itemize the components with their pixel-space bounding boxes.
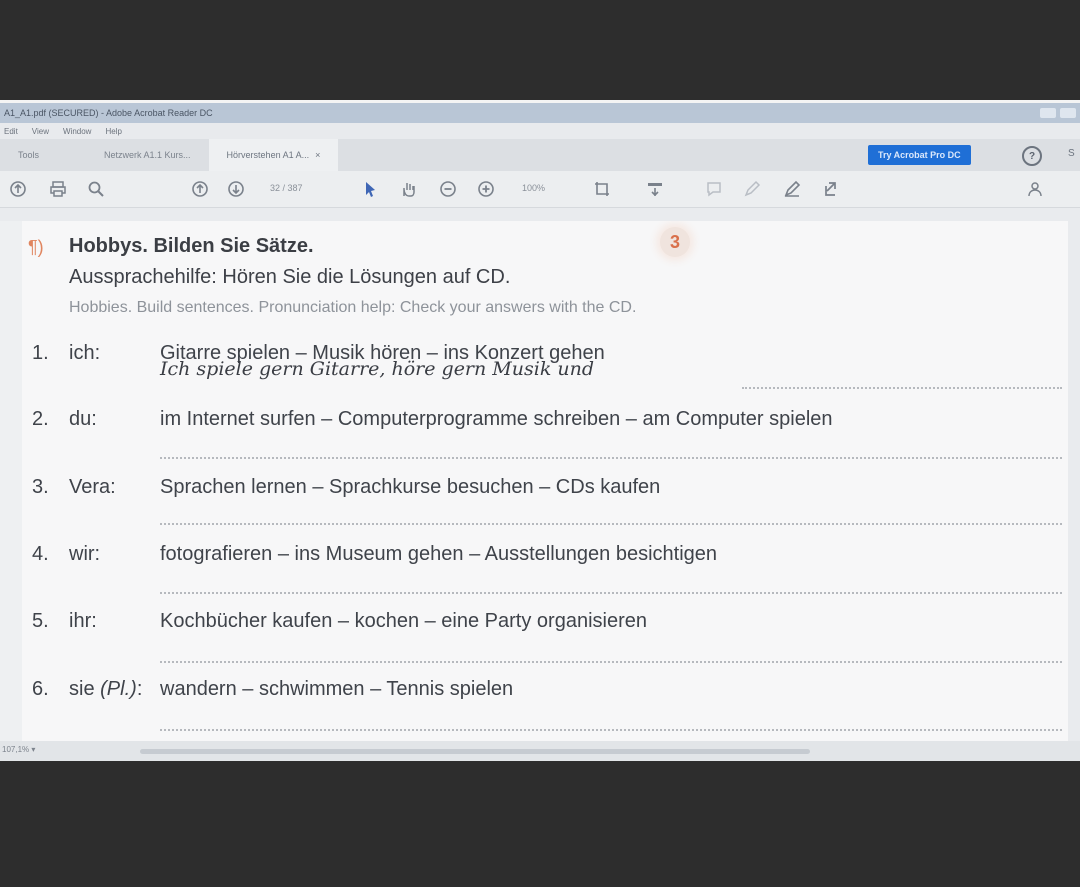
upload-icon[interactable] [8,179,28,199]
exercise-item: 5. ihr: Kochbücher kaufen – kochen – ein… [22,610,1068,640]
item-task: wandern – schwimmen – Tennis spielen [160,678,514,700]
answer-line [160,523,1062,525]
acrobat-window: A1_A1.pdf (SECURED) - Adobe Acrobat Read… [0,100,1080,761]
answer-line [160,457,1062,459]
maximize-button[interactable] [1060,108,1076,118]
help-icon[interactable]: ? [1022,146,1042,166]
zoom-out-icon[interactable] [438,179,458,199]
hand-tool-icon[interactable] [398,179,418,199]
select-cursor-icon[interactable] [360,179,380,199]
crop-icon[interactable] [592,179,612,199]
page-indicator[interactable]: 32 / 387 [270,183,303,193]
fit-page-icon[interactable] [645,179,665,199]
tab-tools-label: Tools [18,150,40,160]
tab-close-icon[interactable]: × [315,150,320,160]
search-icon[interactable] [86,179,106,199]
title-bar: A1_A1.pdf (SECURED) - Adobe Acrobat Read… [0,103,1080,123]
menu-window[interactable]: Window [63,127,91,136]
left-gutter [0,221,22,741]
try-acrobat-pro-button[interactable]: Try Acrobat Pro DC [868,145,971,165]
exercise-item: 4. wir: fotografieren – ins Museum gehen… [22,543,1068,573]
item-number: 5. [32,610,49,632]
menu-view[interactable]: View [32,127,49,136]
tab-bar: Tools Netzwerk A1.1 Kurs... Hörverstehen… [0,139,1080,171]
tab-document-2-label: Hörverstehen A1 A... [226,150,310,160]
item-number: 4. [32,543,49,565]
item-subject: Vera: [69,476,116,498]
answer-line [160,592,1062,594]
zoom-level-select[interactable]: 100% [522,183,545,193]
item-number: 6. [32,678,49,700]
item-subject: du: [69,408,97,430]
item-task: im Internet surfen – Computerprogramme s… [160,408,833,430]
share-icon[interactable] [822,179,842,199]
pdf-page: ¶) Hobbys. Bilden Sie Sätze. Ausspracheh… [22,221,1068,741]
subject-pronoun: sie [69,678,95,700]
user-icon[interactable] [1026,179,1046,199]
tab-document-2[interactable]: Hörverstehen A1 A... × [208,139,339,171]
exercise-item: 2. du: im Internet surfen – Computerprog… [22,408,1068,438]
menu-bar: Edit View Window Help [0,123,1080,139]
minimize-button[interactable] [1040,108,1056,118]
sign-in-link[interactable]: S [1068,148,1075,159]
audio-track-icon: ¶) [28,237,44,257]
status-zoom[interactable]: 107,1% ▾ [2,745,35,754]
item-subject: sie (Pl.): [69,678,142,701]
item-subject: wir: [69,543,101,565]
previous-page-icon[interactable] [190,179,210,199]
zoom-in-icon[interactable] [476,179,496,199]
exercise-instruction: Aussprachehilfe: Hören Sie die Lösungen … [69,266,511,288]
item-subject: ihr: [69,610,97,632]
exercise-item: 6. sie (Pl.): wandern – schwimmen – Tenn… [22,678,1068,708]
vertical-scrollbar[interactable] [1068,221,1080,741]
subject-colon: : [136,678,143,700]
item-task: Sprachen lernen – Sprachkurse besuchen –… [160,476,661,498]
print-icon[interactable] [48,179,68,199]
tab-tools[interactable]: Tools [0,139,86,171]
item-number: 3. [32,476,49,498]
menu-edit[interactable]: Edit [4,127,18,136]
answer-line [742,387,1062,389]
item-task: fotografieren – ins Museum gehen – Ausst… [160,543,718,565]
tab-document-1-label: Netzwerk A1.1 Kurs... [104,150,191,160]
next-page-icon[interactable] [226,179,246,199]
toolbar: 32 / 387 100% [0,171,1080,208]
answer-line [160,661,1062,663]
highlight-pen-icon[interactable] [742,179,762,199]
item-number: 1. [32,342,49,364]
window-title: A1_A1.pdf (SECURED) - Adobe Acrobat Read… [4,108,213,118]
document-viewport[interactable]: ¶) Hobbys. Bilden Sie Sätze. Ausspracheh… [0,221,1080,741]
exercise-translation: Hobbies. Build sentences. Pronunciation … [69,299,637,316]
item-number: 2. [32,408,49,430]
item-task: Kochbücher kaufen – kochen – eine Party … [160,610,647,632]
horizontal-scrollbar[interactable]: 107,1% ▾ [0,741,1080,761]
sign-icon[interactable] [782,179,802,199]
exercise-number-badge: 3 [660,227,690,257]
menu-help[interactable]: Help [105,127,121,136]
item-subject: ich: [69,342,101,364]
exercise-title: Hobbys. Bilden Sie Sätze. [69,235,314,257]
comment-icon[interactable] [704,179,724,199]
exercise-item: 3. Vera: Sprachen lernen – Sprachkurse b… [22,476,1068,506]
subject-plural-marker: (Pl.) [100,678,137,700]
example-answer: Ich spiele gern Gitarre, höre gern Musik… [160,358,595,380]
scroll-thumb[interactable] [140,749,810,754]
answer-line [160,729,1062,731]
tab-document-1[interactable]: Netzwerk A1.1 Kurs... [86,139,209,171]
